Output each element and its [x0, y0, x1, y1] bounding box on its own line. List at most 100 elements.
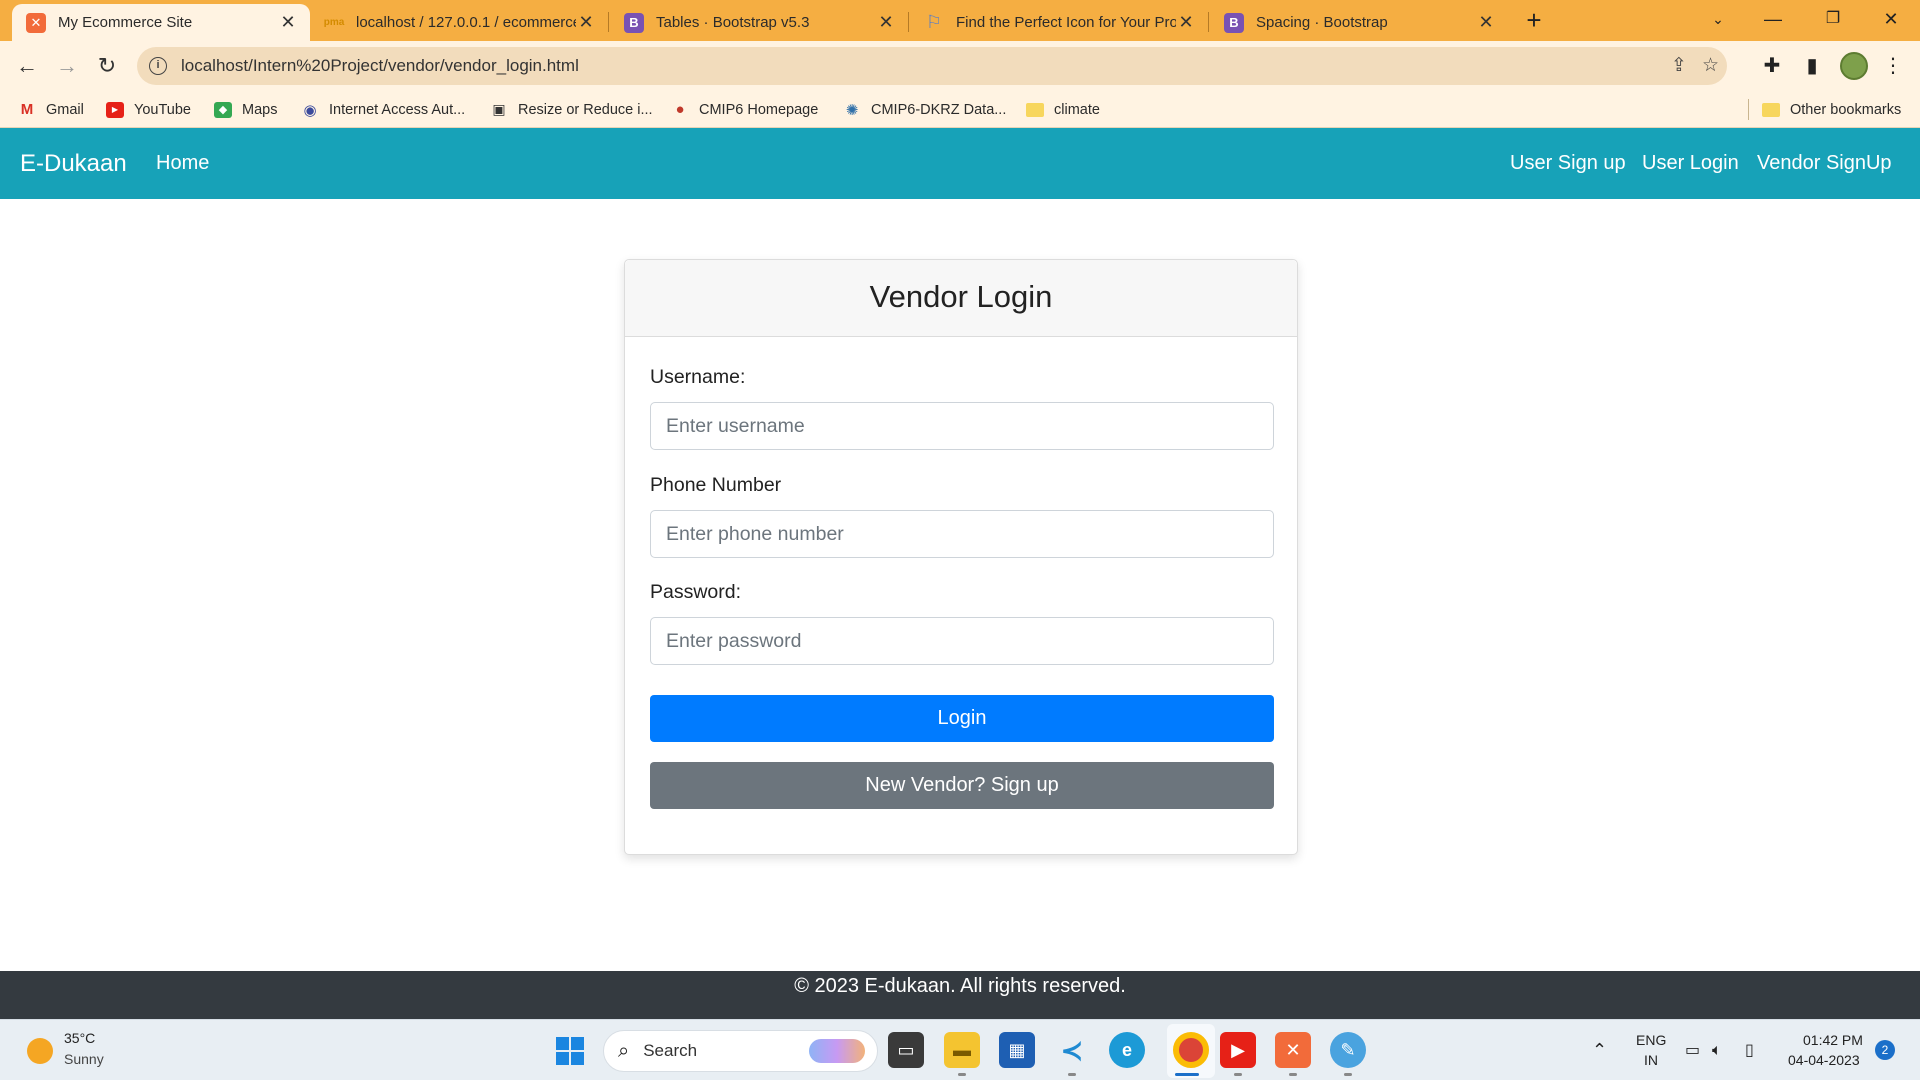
- chevron-up-icon[interactable]: ⌃: [1592, 1020, 1607, 1080]
- profile-avatar[interactable]: [1840, 52, 1868, 80]
- network-icon[interactable]: ▭: [1685, 1020, 1700, 1080]
- weather-sun-icon[interactable]: [27, 1038, 53, 1064]
- footer-copyright: © 2023 E-dukaan. All rights reserved.: [794, 975, 1126, 997]
- reload-icon[interactable]: ↻: [90, 49, 124, 83]
- forward-arrow-icon[interactable]: →: [50, 49, 84, 83]
- bookmark-cmip6-dkrz[interactable]: ✺ CMIP6-DKRZ Data...: [843, 91, 1007, 128]
- bookmark-label: Resize or Reduce i...: [518, 101, 653, 118]
- chrome-icon[interactable]: [1173, 1032, 1209, 1068]
- close-icon[interactable]: ✕: [576, 12, 596, 33]
- new-tab-plus-icon[interactable]: +: [1520, 6, 1548, 34]
- side-panel-icon[interactable]: ▮: [1795, 49, 1829, 83]
- close-icon[interactable]: ✕: [1476, 12, 1496, 33]
- bookmark-cmip6-homepage[interactable]: ● CMIP6 Homepage: [671, 91, 818, 128]
- edge-icon[interactable]: e: [1109, 1032, 1145, 1068]
- tab-bootstrap-spacing[interactable]: B Spacing · Bootstrap ✕: [1210, 4, 1508, 41]
- close-icon[interactable]: ✕: [876, 12, 896, 33]
- tab-title: localhost / 127.0.0.1 / ecommerce: [356, 14, 576, 31]
- tab-title: Spacing · Bootstrap: [1256, 14, 1388, 31]
- region-indicator[interactable]: IN: [1644, 1052, 1658, 1068]
- password-input[interactable]: [650, 617, 1274, 665]
- dkrz-icon: ✺: [845, 101, 859, 119]
- username-input[interactable]: [650, 402, 1274, 450]
- other-bookmarks[interactable]: Other bookmarks: [1762, 91, 1901, 128]
- tab-title: Tables · Bootstrap v5.3: [656, 14, 810, 31]
- restore-icon[interactable]: ❐: [1810, 0, 1856, 41]
- menu-kebab-icon[interactable]: ⋮: [1876, 49, 1910, 83]
- username-label: Username:: [650, 366, 746, 388]
- address-bar[interactable]: i localhost/Intern%20Project/vendor/vend…: [137, 47, 1727, 85]
- xampp-app-icon[interactable]: ✕: [1275, 1032, 1311, 1068]
- bootstrap-icon: B: [1224, 12, 1244, 33]
- bookmark-label: Internet Access Aut...: [329, 101, 466, 118]
- bookmark-climate-folder[interactable]: climate: [1026, 91, 1100, 128]
- address-url[interactable]: localhost/Intern%20Project/vendor/vendor…: [181, 56, 579, 76]
- bookmark-label: CMIP6-DKRZ Data...: [871, 101, 1007, 118]
- login-button[interactable]: Login: [650, 695, 1274, 742]
- resize-icon: ▣: [492, 101, 506, 117]
- task-view-icon[interactable]: ▭: [888, 1032, 924, 1068]
- tab-search-chevron-icon[interactable]: ⌄: [1695, 0, 1741, 41]
- tab-phpmyadmin[interactable]: pma localhost / 127.0.0.1 / ecommerce ✕: [310, 4, 608, 41]
- vscode-icon[interactable]: ≺: [1054, 1032, 1090, 1068]
- folder-icon: [1762, 102, 1780, 117]
- bookmark-internet-access[interactable]: ◉ Internet Access Aut...: [301, 91, 465, 128]
- nav-user-login-link[interactable]: User Login: [1642, 128, 1739, 199]
- phone-number-input[interactable]: [650, 510, 1274, 558]
- close-icon[interactable]: ✕: [278, 12, 298, 33]
- vendor-signup-button[interactable]: New Vendor? Sign up: [650, 762, 1274, 809]
- extensions-puzzle-icon[interactable]: ✚: [1755, 49, 1789, 83]
- brand-logo-link[interactable]: E-Dukaan: [20, 128, 127, 199]
- clock-date[interactable]: 04-04-2023: [1788, 1052, 1860, 1068]
- weather-description[interactable]: Sunny: [64, 1051, 104, 1067]
- search-highlight-image: [809, 1039, 865, 1063]
- minimize-icon[interactable]: —: [1750, 0, 1796, 41]
- tab-title: Find the Perfect Icon for Your Pro: [956, 14, 1176, 31]
- microsoft-store-icon[interactable]: ▦: [999, 1032, 1035, 1068]
- window-close-icon[interactable]: ✕: [1868, 0, 1914, 41]
- running-indicator: [1175, 1073, 1199, 1076]
- tab-find-icon[interactable]: ⚐ Find the Perfect Icon for Your Pro ✕: [910, 4, 1208, 41]
- running-indicator: [958, 1073, 966, 1076]
- nav-vendor-signup-link[interactable]: Vendor SignUp: [1757, 128, 1892, 199]
- share-icon[interactable]: ⇪: [1671, 47, 1687, 85]
- running-indicator: [1289, 1073, 1297, 1076]
- clock-time[interactable]: 01:42 PM: [1803, 1032, 1863, 1048]
- bookmark-gmail[interactable]: M Gmail: [18, 91, 84, 128]
- tab-divider: [1208, 12, 1209, 32]
- tab-my-ecommerce-site[interactable]: ✕ My Ecommerce Site ✕: [12, 4, 310, 41]
- running-indicator: [1344, 1073, 1352, 1076]
- site-info-icon[interactable]: i: [149, 57, 167, 75]
- close-icon[interactable]: ✕: [1176, 12, 1196, 33]
- volume-icon[interactable]: 🔈︎: [1712, 1020, 1722, 1080]
- bookmark-maps[interactable]: ◆ Maps: [214, 91, 277, 128]
- tab-divider: [608, 12, 609, 32]
- windows-start-icon[interactable]: [556, 1037, 584, 1065]
- nav-user-signup-link[interactable]: User Sign up: [1510, 128, 1626, 199]
- youtube-app-icon[interactable]: ▶: [1220, 1032, 1256, 1068]
- taskbar-search-box[interactable]: ⌕ Search: [603, 1030, 878, 1072]
- language-indicator[interactable]: ENG: [1636, 1032, 1666, 1048]
- weather-temperature[interactable]: 35°C: [64, 1030, 95, 1046]
- tab-bootstrap-tables[interactable]: B Tables · Bootstrap v5.3 ✕: [610, 4, 908, 41]
- paint-icon[interactable]: ✎: [1330, 1032, 1366, 1068]
- bookmark-label: Maps: [242, 101, 278, 118]
- bookmark-label: CMIP6 Homepage: [699, 101, 819, 118]
- bookmark-star-icon[interactable]: ☆: [1702, 47, 1719, 85]
- bootstrap-icon: B: [624, 12, 644, 33]
- bookmark-label: climate: [1054, 101, 1100, 118]
- gmail-icon: M: [20, 101, 34, 118]
- back-arrow-icon[interactable]: ←: [10, 49, 44, 83]
- tab-divider: [908, 12, 909, 32]
- battery-icon[interactable]: ▯: [1745, 1020, 1754, 1080]
- tab-title: My Ecommerce Site: [58, 14, 193, 31]
- password-label: Password:: [650, 581, 742, 603]
- taskbar-search-label: Search: [643, 1041, 698, 1060]
- bookmark-youtube[interactable]: ▶ YouTube: [106, 91, 191, 128]
- file-explorer-icon[interactable]: ▬: [944, 1032, 980, 1068]
- cmip-icon: ●: [675, 101, 685, 118]
- nav-home-link[interactable]: Home: [156, 128, 209, 199]
- running-indicator: [1234, 1073, 1242, 1076]
- notification-count-badge[interactable]: 2: [1875, 1040, 1895, 1060]
- bookmark-resize[interactable]: ▣ Resize or Reduce i...: [490, 91, 653, 128]
